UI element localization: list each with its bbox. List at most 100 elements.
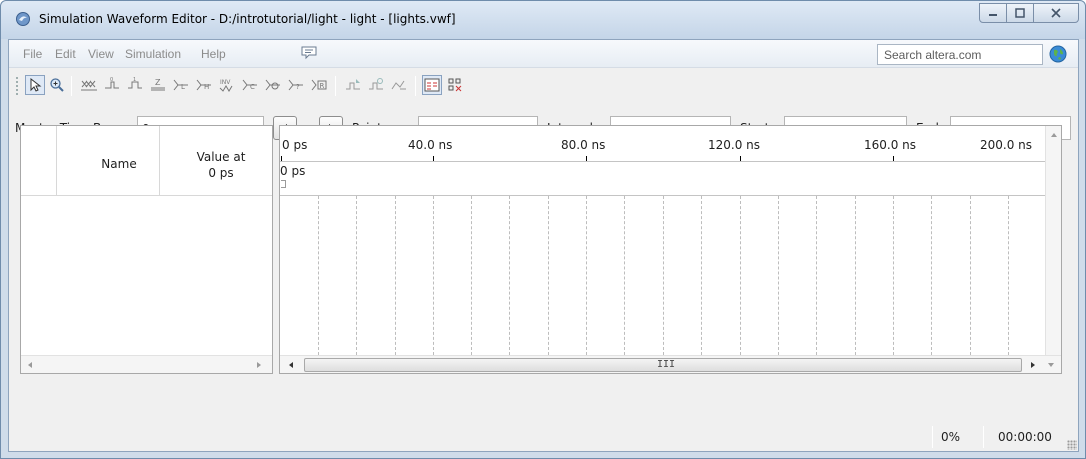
menu-edit[interactable]: Edit [55,47,76,61]
svg-text:C: C [250,83,255,91]
elapsed-time-text: 00:00:00 [998,430,1052,444]
window-title: Simulation Waveform Editor - D:/introtut… [39,12,456,26]
arbitrary-value-icon[interactable] [389,75,409,95]
grid-line [624,196,625,355]
svg-text:0: 0 [110,77,113,83]
time-ruler[interactable]: 0 ps 40.0 ns 80.0 ns 120.0 ns 160.0 ns 2… [280,126,1045,162]
toolbar-separator [71,76,72,96]
minimize-button[interactable] [979,3,1007,23]
scroll-down-icon[interactable] [1046,360,1056,370]
ruler-tick-label: 80.0 ns [561,138,606,152]
grid-line [471,196,472,355]
feedback-icon[interactable] [300,45,318,61]
grid-line [855,196,856,355]
menu-simulation[interactable]: Simulation [125,47,181,61]
time-cursor-flag-icon[interactable] [281,180,286,188]
node-list-header: Name Value at 0 ps [21,126,272,196]
ruler-tick [281,156,282,161]
grid-line [663,196,664,355]
svg-text:?: ? [296,83,300,91]
ruler-tick [740,156,741,161]
waveform-horizontal-scrollbar[interactable]: III [280,355,1061,373]
grid-line [395,196,396,355]
grid-line [356,196,357,355]
maximize-icon [1015,8,1025,18]
weak-high-icon[interactable]: H [194,75,214,95]
ruler-tick-label: 0 ps [282,138,308,152]
waveform-panel[interactable]: 0 ps 40.0 ns 80.0 ns 120.0 ns 160.0 ns 2… [279,125,1062,374]
grid-line [548,196,549,355]
ruler-tick [893,156,894,161]
scroll-thumb-grip: III [657,359,676,370]
column-divider[interactable] [56,126,57,196]
value-header-line1: Value at [196,150,246,164]
menu-file[interactable]: File [23,47,42,61]
ruler-tick-label: 40.0 ns [408,138,453,152]
grid-line [433,196,434,355]
scroll-up-icon[interactable] [1049,130,1059,140]
value-column-header[interactable]: Value at 0 ps [185,149,257,181]
menu-view[interactable]: View [88,47,114,61]
invert-icon[interactable]: INV [217,75,237,95]
scroll-right-icon[interactable] [254,360,264,370]
grid-line [701,196,702,355]
window-controls [979,3,1079,23]
ruler-tick [586,156,587,161]
resize-grip-icon[interactable] [1067,440,1077,450]
ruler-tick-label: 120.0 ns [708,138,761,152]
scroll-left-icon[interactable] [286,360,296,370]
random-value-icon[interactable]: ? [286,75,306,95]
toolbar: 0 1 Z L H INV C ? R [9,69,1078,101]
forcing-high-icon[interactable]: 1 [125,75,145,95]
maximize-button[interactable] [1006,3,1034,23]
grid-line [1008,196,1009,355]
svg-text:INV: INV [220,79,231,86]
name-column-header[interactable]: Name [79,157,159,171]
snap-to-grid-icon[interactable] [343,75,363,95]
svg-text:H: H [204,83,209,91]
progress-text: 0% [941,430,961,444]
high-impedance-icon[interactable]: Z [148,75,168,95]
weak-low-icon[interactable]: L [171,75,191,95]
grid-line [893,196,894,355]
count-value-icon[interactable]: C [240,75,260,95]
close-button[interactable] [1033,3,1079,23]
menu-bar: File Edit View Simulation Help Search al… [9,40,1078,68]
horizontal-scroll-thumb[interactable]: III [304,358,1022,372]
grid-line [816,196,817,355]
master-time-cursor-label: 0 ps [280,164,306,178]
menu-help[interactable]: Help [201,47,226,61]
toolbar-separator [335,76,336,96]
node-list-panel[interactable]: Name Value at 0 ps [20,125,273,374]
zoom-tool-icon[interactable] [47,75,67,95]
value-header-line2: 0 ps [208,166,234,180]
globe-icon[interactable] [1049,45,1067,63]
time-bar-cursor-row[interactable]: 0 ps [280,162,1045,196]
toolbar-grip[interactable] [15,76,19,96]
status-separator [932,426,933,448]
grid-line [778,196,779,355]
sort-icon[interactable] [366,75,386,95]
status-bar: 0% 00:00:00 [8,422,1079,452]
node-finder-icon[interactable] [445,75,465,95]
scroll-right-icon[interactable] [1028,360,1038,370]
title-bar: Simulation Waveform Editor - D:/introtut… [1,1,1085,39]
waveform-view-icon[interactable] [422,75,442,95]
waveform-vertical-scrollbar[interactable] [1045,126,1061,355]
search-input[interactable]: Search altera.com [877,44,1043,65]
svg-text:L: L [181,83,185,91]
don't-care-icon[interactable] [263,75,283,95]
clock-value-icon[interactable]: R [309,75,329,95]
grid-line [509,196,510,355]
grid-line [586,196,587,355]
toolbar-separator [415,76,416,96]
node-list-horizontal-scrollbar[interactable] [21,355,272,373]
grid-line [318,196,319,355]
forcing-unknown-icon[interactable] [79,75,99,95]
grid-line [970,196,971,355]
scroll-left-icon[interactable] [25,360,35,370]
forcing-low-icon[interactable]: 0 [102,75,122,95]
grid-line [931,196,932,355]
selection-tool-icon[interactable] [25,75,45,95]
column-divider[interactable] [159,126,160,196]
